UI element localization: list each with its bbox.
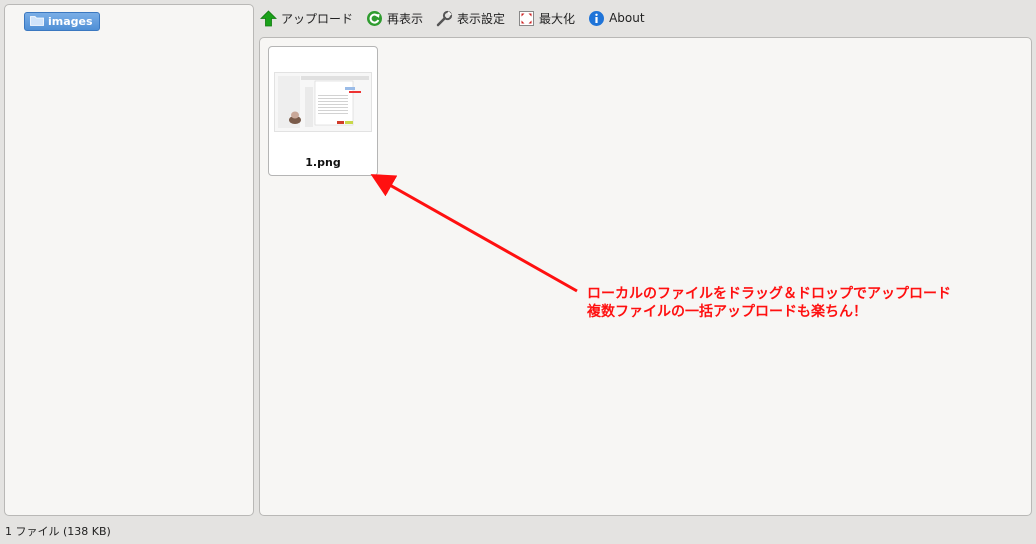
annotation-text: ローカルのファイルをドラッグ＆ドロップでアップロード 複数ファイルの一括アップロ… — [587, 285, 951, 321]
annotation-line-1: ローカルのファイルをドラッグ＆ドロップでアップロード — [587, 286, 951, 302]
status-bar: 1 ファイル (138 KB) — [5, 525, 111, 538]
annotation-arrow — [370, 174, 578, 293]
annotation-line-2: 複数ファイルの一括アップロードも楽ちん！ — [587, 304, 867, 320]
